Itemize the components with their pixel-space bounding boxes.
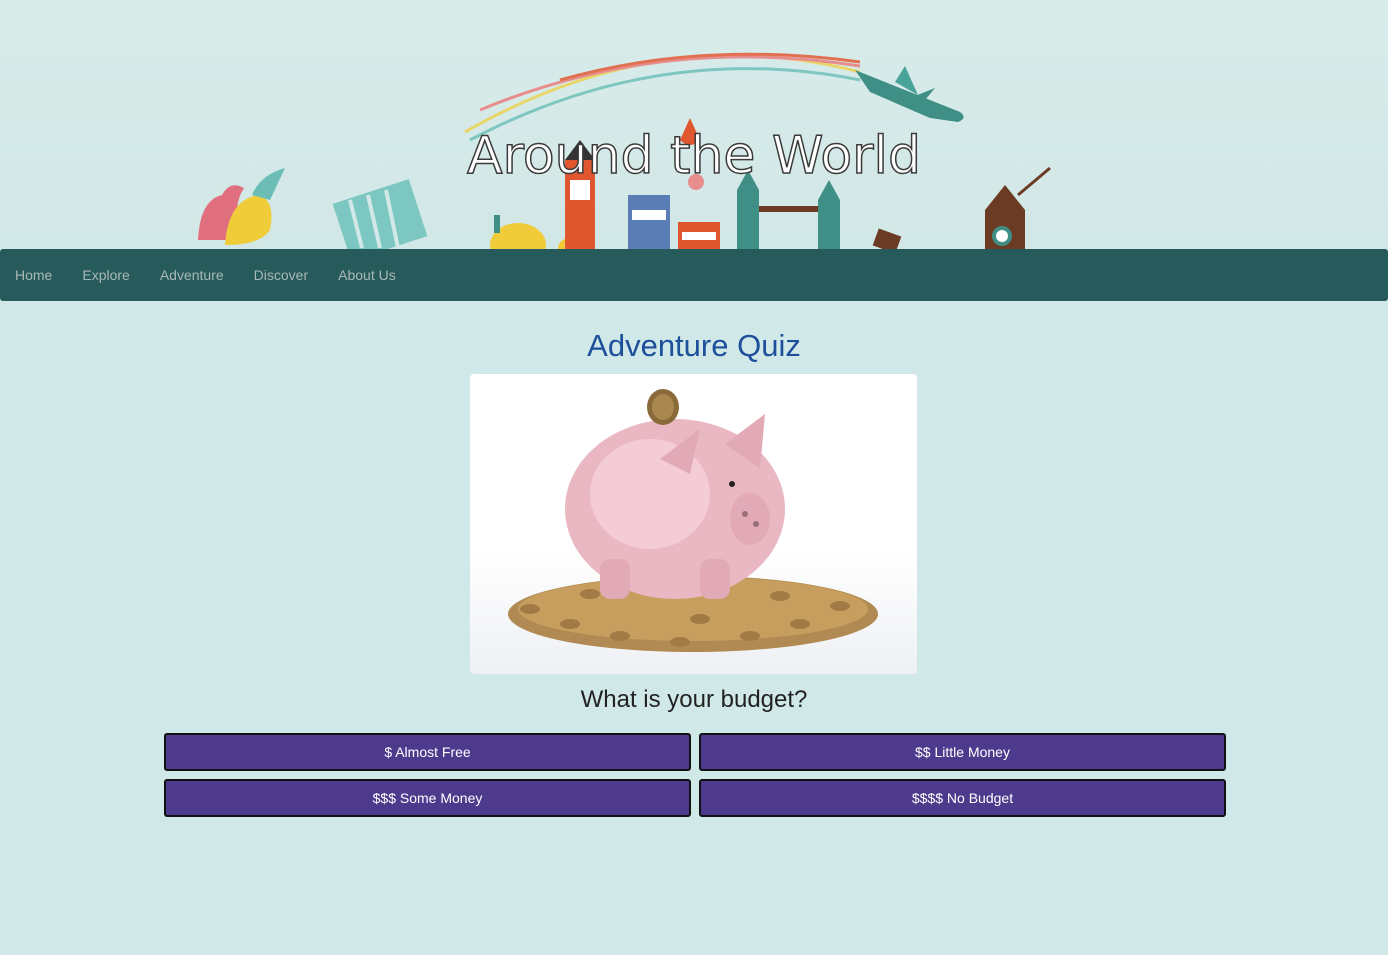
main-navbar: Home Explore Adventure Discover About Us xyxy=(0,249,1388,301)
quiz-title: Adventure Quiz xyxy=(587,328,801,363)
travel-illustration xyxy=(198,52,1051,250)
nav-about-us[interactable]: About Us xyxy=(323,249,411,301)
site-title: Around the World xyxy=(466,125,921,187)
nav-home[interactable]: Home xyxy=(0,249,67,301)
quiz-question: What is your budget? xyxy=(580,686,808,713)
nav-discover[interactable]: Discover xyxy=(239,249,323,301)
piggy-bank-image xyxy=(470,374,917,674)
header-banner: Around the World xyxy=(0,0,1388,250)
answer-little-money-button[interactable]: $$ Little Money xyxy=(699,733,1226,771)
nav-adventure[interactable]: Adventure xyxy=(145,249,239,301)
answer-no-budget-button[interactable]: $$$$ No Budget xyxy=(699,779,1226,817)
airplane-icon xyxy=(855,66,964,122)
answer-almost-free-button[interactable]: $ Almost Free xyxy=(164,733,691,771)
nav-explore[interactable]: Explore xyxy=(67,249,144,301)
answer-some-money-button[interactable]: $$$ Some Money xyxy=(164,779,691,817)
